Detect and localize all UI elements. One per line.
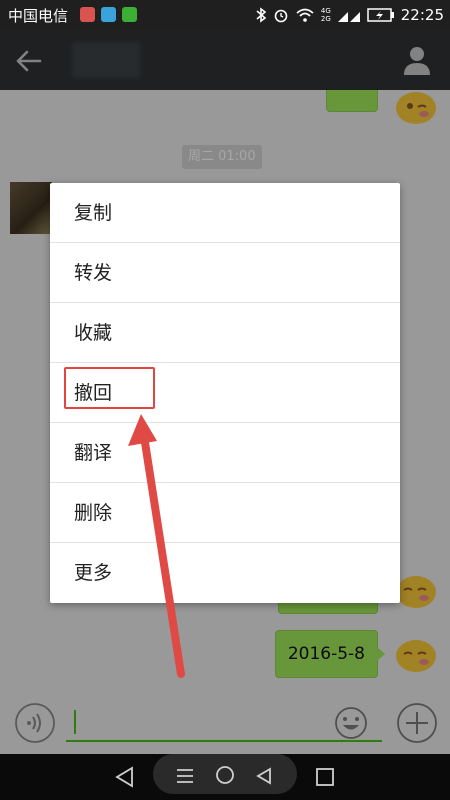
nav-back-icon[interactable] (114, 766, 136, 788)
app-notification-icon (80, 7, 95, 22)
status-bar: 中国电信 4G 2G 22:25 (0, 0, 450, 30)
menu-item-favorite[interactable]: 收藏 (50, 303, 400, 363)
menu-item-copy[interactable]: 复制 (50, 183, 400, 243)
nav-home-icon[interactable] (214, 764, 236, 786)
carrier-label: 中国电信 (8, 7, 69, 25)
menu-item-delete[interactable]: 删除 (50, 483, 400, 543)
menu-item-translate[interactable]: 翻译 (50, 423, 400, 483)
nav-recent-icon[interactable] (314, 766, 336, 788)
bluetooth-icon (256, 7, 267, 23)
app-notification-icon (101, 7, 116, 22)
status-time: 22:25 (400, 6, 444, 24)
signal-icon (337, 12, 360, 22)
wifi-icon (296, 8, 314, 22)
battery-icon (367, 8, 394, 22)
status-right: 4G 2G 22:25 (255, 0, 444, 30)
nav-back-icon[interactable] (254, 766, 274, 786)
network-type: 4G 2G (320, 7, 331, 23)
system-nav-bar (0, 754, 450, 800)
wechat-notification-icon (122, 7, 137, 22)
menu-item-forward[interactable]: 转发 (50, 243, 400, 303)
recall-highlight-box (64, 367, 155, 409)
nav-menu-icon[interactable] (174, 766, 196, 786)
menu-item-more[interactable]: 更多 (50, 543, 400, 603)
alarm-icon (274, 9, 288, 23)
